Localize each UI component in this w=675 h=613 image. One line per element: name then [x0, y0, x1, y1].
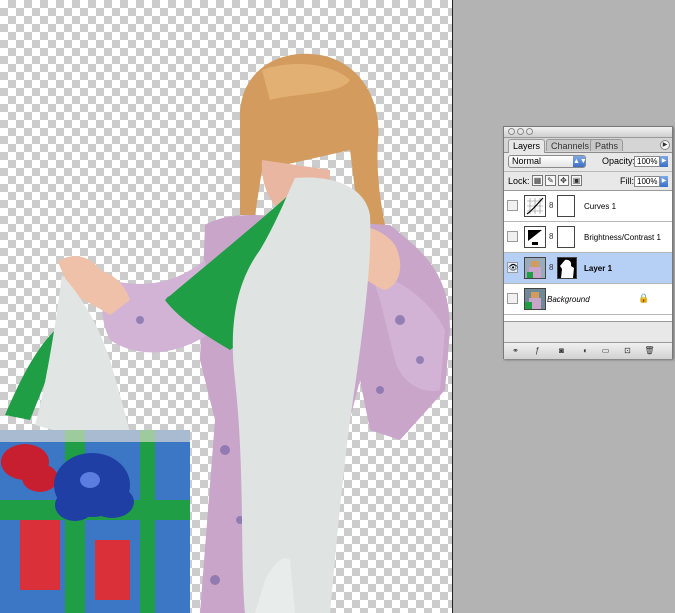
tab-channels[interactable]: Channels: [546, 139, 595, 151]
eye-icon[interactable]: 👁: [507, 262, 518, 273]
visibility-toggle[interactable]: [507, 231, 518, 242]
brightness-contrast-adjustment-icon: [524, 226, 546, 248]
lock-row: Lock: ▦ ✎ ✥ ▣ Fill: 100% ▶: [504, 172, 672, 191]
layer-mask-thumbnail[interactable]: [557, 257, 577, 279]
layer-row-brightness-contrast[interactable]: 8 Brightness/Contrast 1: [504, 222, 672, 253]
zoom-icon[interactable]: [526, 128, 533, 135]
lock-transparency-icon[interactable]: ▦: [532, 175, 543, 186]
minimize-icon[interactable]: [517, 128, 524, 135]
adjustment-icon[interactable]: ◐: [580, 346, 591, 356]
new-layer-icon[interactable]: ⊡: [622, 346, 633, 356]
layer-row-curves[interactable]: 8 Curves 1: [504, 191, 672, 222]
trash-icon[interactable]: 🗑: [644, 346, 655, 356]
link-icon[interactable]: 8: [549, 263, 555, 273]
chevron-down-icon: ▲▼: [573, 156, 587, 167]
tab-layers[interactable]: Layers: [508, 139, 546, 153]
link-icon[interactable]: 8: [549, 232, 555, 242]
layer-mask-thumbnail[interactable]: [557, 195, 575, 217]
layers-palette[interactable]: Layers Channels Paths ▶ Normal ▲▼ Opacit…: [503, 126, 673, 359]
fill-slider-button[interactable]: ▶: [660, 176, 668, 187]
tab-paths[interactable]: Paths: [590, 139, 624, 151]
lock-image-icon[interactable]: ✎: [545, 175, 556, 186]
palette-footer: ⚭ ƒ ◙ ◐ ▭ ⊡ 🗑: [504, 342, 672, 359]
palette-menu-icon[interactable]: ▶: [660, 140, 670, 150]
link-icon[interactable]: 8: [549, 201, 555, 211]
blend-mode-value: Normal: [512, 156, 542, 166]
fill-label: Fill:: [620, 176, 634, 186]
curves-adjustment-icon: [524, 195, 546, 217]
palette-titlebar[interactable]: [504, 127, 672, 138]
layer-style-icon[interactable]: ƒ: [532, 346, 543, 356]
layer-name: Background: [547, 295, 590, 304]
mask-icon[interactable]: ◙: [556, 346, 567, 356]
document-canvas[interactable]: [0, 0, 452, 613]
blend-row: Normal ▲▼ Opacity: 100% ▶: [504, 153, 672, 172]
photo-artwork: [0, 53, 450, 613]
visibility-toggle[interactable]: [507, 293, 518, 304]
opacity-label: Opacity:: [602, 156, 636, 166]
blend-mode-select[interactable]: Normal ▲▼: [508, 155, 587, 168]
layer-row-background[interactable]: Background 🔒: [504, 284, 672, 315]
close-icon[interactable]: [508, 128, 515, 135]
layer-thumbnail: [524, 288, 546, 310]
layers-list: 8 Curves 1 8 Brightness/Contrast 1 👁 8 L…: [504, 191, 672, 322]
layer-name: Layer 1: [584, 264, 613, 273]
lock-all-icon[interactable]: ▣: [571, 175, 582, 186]
layer-name: Brightness/Contrast 1: [584, 233, 661, 242]
opacity-slider-button[interactable]: ▶: [660, 156, 668, 167]
visibility-toggle[interactable]: [507, 200, 518, 211]
opacity-field[interactable]: 100%: [634, 156, 660, 167]
layer-mask-thumbnail[interactable]: [557, 226, 575, 248]
lock-icon: 🔒: [638, 293, 650, 303]
canvas-border: [452, 0, 453, 613]
fill-field[interactable]: 100%: [634, 176, 660, 187]
palette-tabs: Layers Channels Paths: [504, 138, 672, 153]
layer-row-layer-1[interactable]: 👁 8 Layer 1: [504, 253, 672, 284]
lock-position-icon[interactable]: ✥: [558, 175, 569, 186]
folder-icon[interactable]: ▭: [600, 346, 611, 356]
lock-label: Lock:: [508, 176, 530, 186]
layer-thumbnail: [524, 257, 546, 279]
link-icon[interactable]: ⚭: [510, 346, 521, 356]
layer-name: Curves 1: [584, 202, 617, 211]
